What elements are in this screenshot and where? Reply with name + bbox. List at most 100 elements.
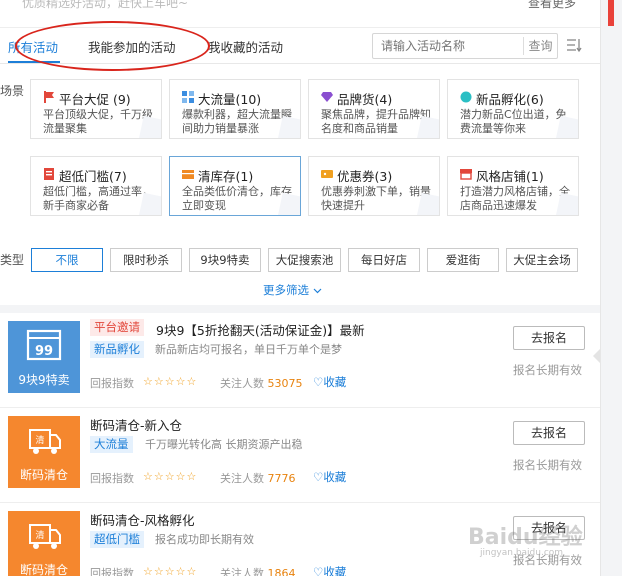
side-panel-handle[interactable]: [593, 349, 600, 363]
heart-icon: ♡: [313, 470, 324, 484]
long-term-valid-text: 报名长期有效: [513, 363, 582, 377]
banner-tip: 优质精选好活动，赶快上车吧~: [22, 0, 189, 10]
search-button[interactable]: 查询: [523, 37, 557, 55]
apply-button[interactable]: 去报名: [513, 326, 585, 350]
heart-icon: ♡: [313, 565, 324, 576]
svg-text:清: 清: [35, 529, 44, 541]
scene-card-title: 清库存(1): [198, 169, 254, 184]
more-filter-link[interactable]: 更多筛选: [263, 282, 322, 298]
rating-stars: ☆☆☆☆☆: [143, 565, 198, 576]
followers-label: 关注人数: [220, 377, 264, 390]
scene-card-title: 新品孵化(6): [476, 92, 544, 107]
doc-icon: [44, 168, 54, 180]
card-decoration: [416, 115, 439, 138]
box-icon: [182, 170, 194, 179]
scene-card-title: 品牌货(4): [337, 92, 393, 107]
favorite-button[interactable]: ♡收藏: [313, 374, 346, 390]
section-divider: [0, 305, 600, 313]
scene-card-new-product[interactable]: 新品孵化(6) 潜力新品C位出道，免费流量等你来: [447, 79, 579, 139]
return-index-label: 回报指数: [90, 472, 134, 485]
platform-invite-badge: 平台邀请: [90, 319, 144, 336]
scene-card-coupon[interactable]: 优惠券(3) 优惠券刺激下单，销量快速提升: [308, 156, 440, 216]
favorite-label: 收藏: [323, 375, 347, 389]
scene-card-title: 大流量(10): [198, 92, 262, 107]
card-decoration: [277, 115, 300, 138]
activity-title[interactable]: 断码清仓-新入仓: [90, 415, 182, 434]
card-decoration: [555, 115, 578, 138]
followers-count: 53075: [267, 377, 303, 390]
red-highlight-ellipse: [15, 21, 210, 71]
thumbnail-label: 断码清仓: [19, 563, 68, 576]
activity-title[interactable]: 断码清仓-风格孵化: [90, 510, 195, 529]
activity-thumbnail[interactable]: 清 断码清仓: [8, 416, 80, 488]
activity-subtitle: 千万曝光转化高 长期资源产出稳: [145, 438, 303, 451]
scene-card-big-traffic[interactable]: 大流量(10) 爆款利器，超大流量瞬间助力销量暴涨: [169, 79, 301, 139]
thumbnail-label: 断码清仓: [19, 468, 68, 482]
long-term-valid-text: 报名长期有效: [513, 458, 582, 472]
type-chip-all[interactable]: 不限: [31, 248, 103, 272]
scene-card-title: 超低门槛(7): [59, 169, 127, 184]
more-filter-label: 更多筛选: [263, 283, 309, 297]
calendar-99-icon: 99: [26, 329, 62, 361]
right-gutter: [600, 0, 622, 576]
followers-info: 关注人数 53075: [220, 375, 303, 391]
card-decoration: [138, 115, 161, 138]
type-chip-promo-main-venue[interactable]: 大促主会场: [506, 248, 578, 272]
scene-badge: 新品孵化: [90, 341, 144, 358]
followers-label: 关注人数: [220, 472, 264, 485]
shop-icon: [460, 169, 472, 180]
flag-icon: [44, 91, 54, 103]
favorite-button[interactable]: ♡收藏: [313, 564, 346, 576]
activity-row: 清 断码清仓 断码清仓-新入仓 大流量 千万曝光转化高 长期资源产出稳 回报指数…: [0, 408, 600, 503]
type-chip-ai-guang-jie[interactable]: 爱逛街: [427, 248, 499, 272]
watermark-url: jingyan.baidu.com: [480, 548, 564, 558]
view-more-link[interactable]: 查看更多: [528, 0, 576, 11]
search-input[interactable]: [373, 34, 521, 58]
sprout-icon: [460, 91, 472, 103]
scene-card-style-shop[interactable]: 风格店铺(1) 打造潜力风格店铺，全店商品迅速爆发: [447, 156, 579, 216]
type-chip-flash-sale[interactable]: 限时秒杀: [110, 248, 182, 272]
gutter-accent: [608, 0, 614, 26]
truck-icon: 清: [29, 429, 61, 454]
scene-card-platform-promo[interactable]: 平台大促 (9) 平台顶级大促，千万级流量聚集: [30, 79, 162, 139]
scene-badge: 大流量: [90, 436, 133, 453]
tab-favorite-activities[interactable]: 我收藏的活动: [208, 37, 283, 56]
scene-card-brand-goods[interactable]: 品牌货(4) 聚焦品牌，提升品牌知名度和商品销量: [308, 79, 440, 139]
coupon-icon: [321, 170, 333, 178]
activity-page: 优质精选好活动，赶快上车吧~ 查看更多 所有活动 我能参加的活动 我收藏的活动 …: [0, 0, 622, 576]
search-box: 查询: [372, 33, 558, 59]
type-chip-9-9-sale[interactable]: 9块9特卖: [189, 248, 261, 272]
chevron-down-icon: [313, 288, 322, 294]
type-chip-daily-good-shop[interactable]: 每日好店: [348, 248, 420, 272]
favorite-button[interactable]: ♡收藏: [313, 469, 346, 485]
scene-label: 场景: [0, 84, 25, 98]
activity-thumbnail[interactable]: 99 9块9特卖: [8, 321, 80, 393]
watermark-logo: Baidu经验: [468, 525, 583, 550]
scene-card-title: 风格店铺(1): [476, 169, 544, 184]
heart-icon: ♡: [313, 375, 324, 389]
scene-card-low-threshold[interactable]: 超低门槛(7) 超低门槛，高通过率，新手商家必备: [30, 156, 162, 216]
followers-info: 关注人数 1864: [220, 565, 296, 576]
followers-count: 1864: [267, 567, 296, 576]
return-index-label: 回报指数: [90, 567, 134, 576]
grid-icon: [182, 91, 194, 103]
card-decoration: [138, 192, 161, 215]
svg-text:清: 清: [35, 434, 44, 446]
card-decoration: [416, 192, 439, 215]
followers-label: 关注人数: [220, 567, 264, 576]
activity-subtitle: 报名成功即长期有效: [155, 533, 254, 546]
apply-button[interactable]: 去报名: [513, 421, 585, 445]
rating-stars: ☆☆☆☆☆: [143, 470, 198, 483]
activity-thumbnail[interactable]: 清 断码清仓: [8, 511, 80, 576]
type-chip-promo-search-pool[interactable]: 大促搜索池: [268, 248, 341, 272]
diamond-icon: [321, 92, 333, 102]
type-label: 类型: [0, 253, 25, 267]
activity-row: 99 9块9特卖 平台邀请 9块9【5折抢翻天(活动保证金)】最新 新品孵化 新…: [0, 313, 600, 408]
sort-icon[interactable]: [566, 37, 582, 53]
svg-text:99: 99: [35, 344, 53, 359]
favorite-label: 收藏: [323, 470, 347, 484]
activity-title[interactable]: 9块9【5折抢翻天(活动保证金)】最新: [156, 320, 365, 339]
scene-card-clear-stock[interactable]: 清库存(1) 全品类低价清仓，库存立即变现: [169, 156, 301, 216]
return-index-label: 回报指数: [90, 377, 134, 390]
activity-subtitle: 新品新店均可报名，单日千万单个是梦: [155, 343, 342, 356]
